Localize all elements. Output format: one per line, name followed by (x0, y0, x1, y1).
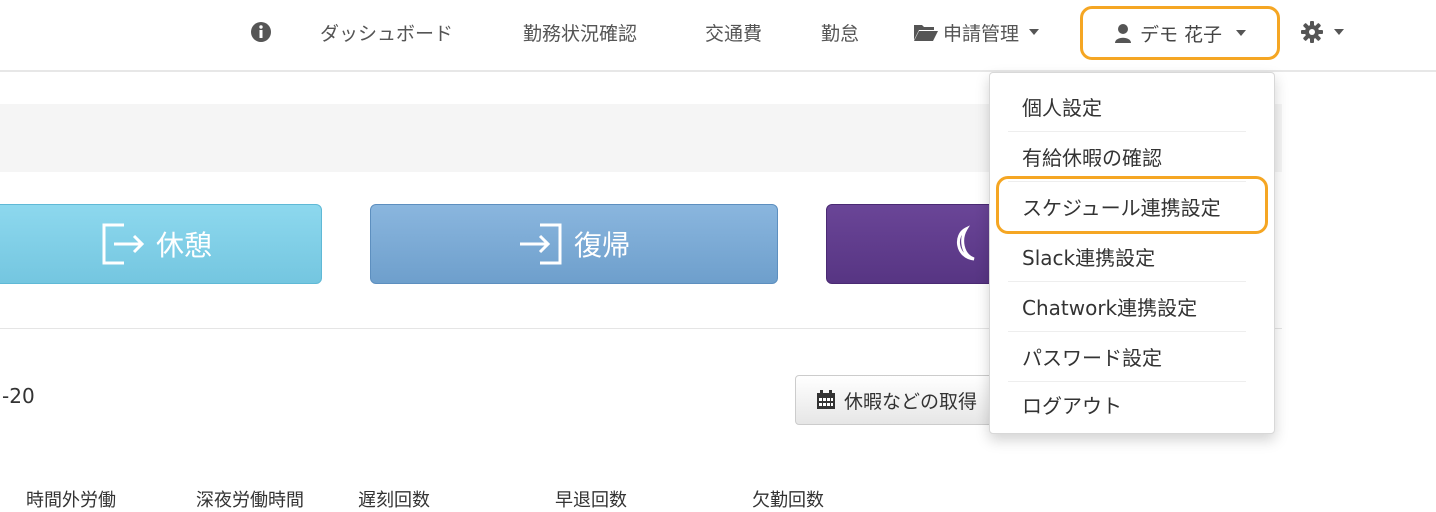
stat-late-label: 遅刻回数 (358, 490, 430, 511)
stat-night-work-label: 深夜労働時間 (196, 490, 304, 511)
gear-icon (1301, 21, 1323, 43)
highlight-outline (996, 176, 1268, 234)
sign-in-icon (519, 223, 562, 265)
menu-item-password-settings[interactable]: パスワード設定 (990, 331, 1274, 381)
moon-icon (957, 225, 975, 261)
nav-work-status[interactable]: 勤務状況確認 (523, 0, 637, 64)
leave-request-button[interactable]: 休暇などの取得 (795, 375, 1005, 425)
nav-requests-label: 申請管理 (943, 22, 1020, 45)
menu-item-personal-settings[interactable]: 個人設定 (990, 81, 1274, 131)
stat-overtime-label: 時間外労働 (26, 490, 116, 511)
stat-absence-label: 欠勤回数 (752, 490, 824, 511)
info-icon[interactable] (250, 0, 272, 64)
nav-transport[interactable]: 交通費 (705, 0, 762, 64)
user-menu-toggle[interactable]: デモ 花子 (1080, 6, 1280, 60)
user-name: デモ 花子 (1139, 23, 1223, 46)
return-button-label: 復帰 (573, 229, 630, 262)
chevron-down-icon (1334, 29, 1344, 35)
nav-attendance[interactable]: 勤怠 (821, 0, 859, 64)
break-button[interactable]: 休憩 (0, 204, 322, 284)
sign-out-icon (102, 223, 145, 265)
nav-requests[interactable]: 申請管理 (913, 0, 1040, 64)
settings-menu[interactable] (1300, 0, 1344, 64)
calendar-icon (817, 390, 835, 409)
menu-item-logout[interactable]: ログアウト (990, 379, 1274, 429)
chevron-down-icon (1236, 30, 1247, 36)
leave-request-label: 休暇などの取得 (844, 390, 978, 413)
return-button[interactable]: 復帰 (370, 204, 778, 284)
top-navbar: ダッシュボード 勤務状況確認 交通費 勤怠 申請管理 デモ 花子 (0, 0, 1436, 72)
menu-item-paid-leave[interactable]: 有給休暇の確認 (990, 131, 1274, 181)
clock-out-button[interactable] (826, 204, 1006, 284)
chevron-down-icon (1029, 29, 1040, 35)
stat-early-leave-label: 早退回数 (555, 490, 627, 511)
folder-open-icon (914, 25, 938, 41)
user-dropdown-menu: 個人設定 有給休暇の確認 スケジュール連携設定 Slack連携設定 Chatwo… (989, 72, 1275, 434)
date-range: -20 (2, 384, 35, 408)
menu-item-chatwork-integration[interactable]: Chatwork連携設定 (990, 281, 1274, 331)
user-icon (1114, 24, 1131, 43)
break-button-label: 休憩 (155, 229, 212, 262)
nav-dashboard[interactable]: ダッシュボード (320, 0, 453, 64)
menu-item-slack-integration[interactable]: Slack連携設定 (990, 231, 1274, 281)
